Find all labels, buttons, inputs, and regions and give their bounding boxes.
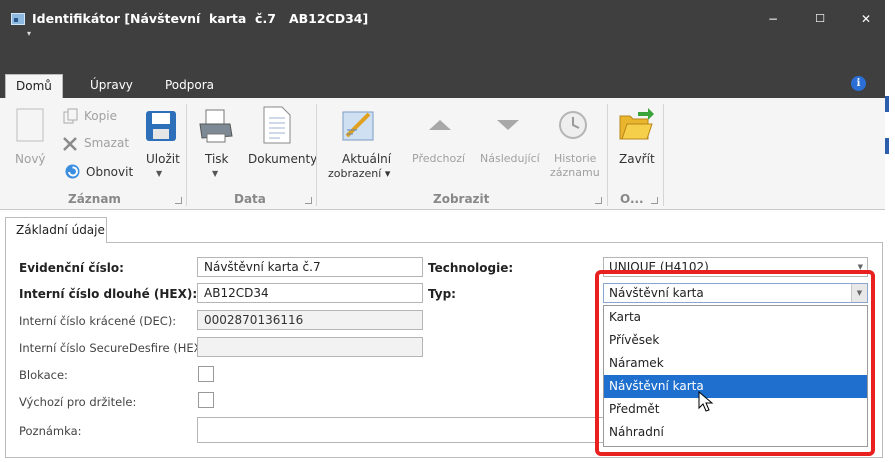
technologie-label: Technologie:: [428, 261, 514, 275]
new-document-icon: [16, 108, 44, 142]
app-icon: [11, 13, 25, 25]
poznamka-label: Poznámka:: [19, 424, 82, 438]
history-button[interactable]: záznamu: [550, 166, 600, 179]
separator: [607, 104, 608, 206]
save-dropdown-arrow[interactable]: ▼: [156, 169, 162, 178]
quick-access-dropdown[interactable]: ▾: [27, 29, 31, 38]
background-window-edge: [885, 0, 895, 462]
evidencni-cislo-label: Evidenční číslo:: [19, 261, 124, 275]
previous-button[interactable]: Předchozí: [412, 152, 465, 165]
highlight-annotation: [595, 270, 875, 456]
tab-zakladni-udaje[interactable]: Základní údaje: [5, 217, 107, 243]
window-title: Identifikátor [Návštevní karta č.7 AB12C…: [32, 11, 369, 26]
tab-upravy[interactable]: Úpravy: [80, 74, 143, 98]
maximize-button[interactable]: ☐: [810, 10, 830, 28]
vychozi-label: Výchozí pro držitele:: [19, 395, 137, 409]
copy-button[interactable]: Kopie: [84, 109, 117, 123]
separator: [186, 104, 187, 206]
separator: [316, 104, 317, 206]
tab-podpora[interactable]: Podpora: [155, 74, 224, 98]
interni-dec-field: 0002870136116: [197, 310, 423, 330]
interni-dec-label: Interní číslo krácené (DEC):: [19, 314, 177, 328]
delete-icon: [63, 137, 77, 151]
print-button[interactable]: Tisk: [205, 152, 229, 166]
group-data-label: Data: [234, 192, 266, 206]
title-bar: Identifikátor [Návštevní karta č.7 AB12C…: [0, 0, 885, 44]
group-data-launcher[interactable]: [305, 197, 312, 204]
next-button[interactable]: Následující: [480, 152, 540, 165]
securedesfire-label: Interní číslo SecureDesfire (HEX):: [19, 341, 210, 355]
group-other-label: O...: [620, 192, 644, 206]
group-zaznam-launcher[interactable]: [175, 197, 182, 204]
save-button[interactable]: Uložit: [146, 152, 180, 166]
history-label-1: Historie: [554, 152, 597, 165]
delete-button[interactable]: Smazat: [84, 136, 129, 150]
group-other-launcher[interactable]: [651, 197, 658, 204]
interni-hex-label: Interní číslo dlouhé (HEX):: [19, 287, 198, 301]
history-icon: [559, 111, 587, 139]
typ-label: Typ:: [428, 287, 456, 301]
documents-button[interactable]: Dokumenty: [248, 152, 317, 166]
securedesfire-field: [197, 337, 423, 357]
current-view-button[interactable]: zobrazení ▾: [328, 167, 390, 180]
minimize-button[interactable]: −: [763, 10, 783, 28]
tab-domu[interactable]: Domů: [5, 74, 63, 98]
next-icon: [497, 120, 519, 130]
group-zobrazit-launcher[interactable]: [595, 197, 602, 204]
blokace-checkbox[interactable]: [198, 366, 214, 382]
close-record-button[interactable]: Zavřít: [619, 152, 655, 166]
refresh-button[interactable]: Obnovit: [86, 165, 133, 179]
close-button[interactable]: ✕: [856, 10, 876, 28]
previous-icon: [429, 120, 451, 130]
interni-hex-field[interactable]: AB12CD34: [197, 283, 423, 303]
documents-icon: [263, 106, 291, 144]
refresh-icon: [65, 164, 80, 179]
vychozi-checkbox[interactable]: [198, 392, 214, 408]
new-label: Nový: [15, 152, 46, 166]
current-view-label-1: Aktuální: [342, 152, 392, 166]
separator: [663, 104, 664, 206]
group-zaznam-label: Záznam: [68, 192, 121, 206]
info-icon[interactable]: i: [851, 76, 866, 91]
group-zobrazit-label: Zobrazit: [433, 192, 490, 206]
title-bar-lower: [0, 44, 885, 68]
current-view-icon: [342, 111, 374, 141]
print-dropdown-arrow[interactable]: ▼: [212, 169, 218, 178]
save-icon: [146, 111, 176, 141]
print-icon: [199, 109, 233, 143]
copy-icon: [63, 108, 78, 124]
blokace-label: Blokace:: [19, 368, 68, 382]
close-folder-icon: [619, 108, 654, 140]
evidencni-cislo-field[interactable]: Návštěvní karta č.7: [197, 257, 423, 277]
poznamka-field[interactable]: [197, 417, 607, 443]
